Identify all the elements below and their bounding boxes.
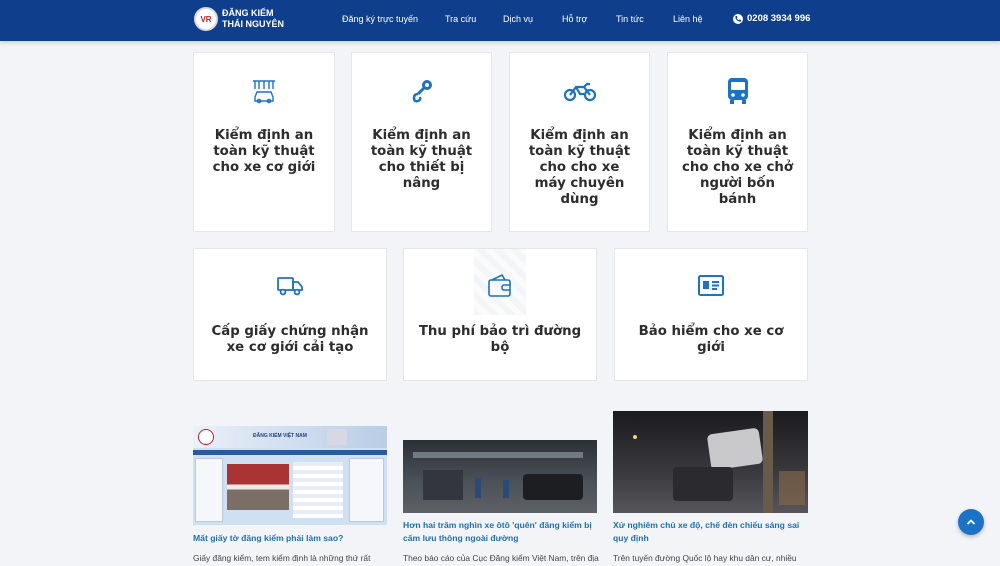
news-image-1-caption: ĐĂNG KIỂM VIỆT NAM — [253, 433, 307, 439]
news-title-1[interactable]: Mất giấy tờ đăng kiểm phải làm sao? — [193, 532, 387, 545]
news-title-3[interactable]: Xử nghiêm chủ xe độ, chế đèn chiếu sáng … — [613, 519, 808, 544]
service-card-special-vehicles[interactable]: Kiểm định an toàn kỹ thuật cho cho xe má… — [509, 52, 650, 232]
service-card-lifting-equipment[interactable]: Kiểm định an toàn kỹ thuật cho thiết bị … — [351, 52, 492, 232]
news-title-2[interactable]: Hơn hai trăm nghìn xe ôtô 'quên' đăng ki… — [403, 519, 599, 544]
news-image-1-right — [349, 458, 384, 522]
nav-lookup[interactable]: Tra cứu — [445, 14, 476, 24]
logo-line-1: ĐĂNG KIỂM — [222, 8, 274, 18]
news-image-3-light — [633, 435, 637, 439]
service-card-vehicle-inspection[interactable]: Kiểm định an toàn kỹ thuật cho xe cơ giớ… — [193, 52, 335, 232]
motorbike-icon — [563, 77, 597, 110]
news-image-1-logo — [198, 429, 214, 445]
news-image-2-person — [475, 478, 481, 498]
back-to-top-button[interactable] — [958, 509, 984, 535]
phone-icon — [733, 13, 743, 24]
nav-services[interactable]: Dịch vụ — [503, 14, 533, 24]
service-card-vehicle-insurance[interactable]: Bảo hiểm cho xe cơ giới — [614, 248, 808, 381]
service-title: Kiểm định an toàn kỹ thuật cho xe cơ giớ… — [212, 128, 316, 175]
news-image-3-wreck — [673, 467, 733, 501]
news-image-2-lights — [413, 452, 583, 458]
service-title: Cấp giấy chứng nhận xe cơ giới cải tạo — [211, 324, 369, 355]
news-image-1[interactable]: ĐĂNG KIỂM VIỆT NAM — [193, 426, 387, 525]
id-card-icon — [697, 273, 725, 304]
nav-support[interactable]: Hỗ trợ — [562, 14, 587, 24]
service-title: Thu phí bảo trì đường bộ — [418, 324, 582, 355]
service-card-road-fee[interactable]: Thu phí bảo trì đường bộ — [403, 248, 597, 381]
news-image-3-pickup — [706, 427, 764, 471]
news-image-1-menu — [193, 450, 387, 455]
service-title: Kiểm định an toàn kỹ thuật cho cho xe ch… — [682, 128, 793, 207]
news-desc-2: Theo báo cáo của Cục Đăng kiểm Việt Nam,… — [403, 553, 599, 563]
nav-contact[interactable]: Liên hệ — [673, 14, 703, 24]
news-image-3-pole — [763, 411, 773, 513]
news-image-1-blur — [327, 429, 347, 445]
news-image-2[interactable] — [403, 440, 597, 513]
logo-emblem: VR — [194, 7, 218, 31]
hotline[interactable]: 0208 3934 996 — [733, 13, 810, 24]
service-title: Kiểm định an toàn kỹ thuật cho cho xe má… — [528, 128, 631, 207]
service-title: Bảo hiểm cho xe cơ giới — [638, 324, 784, 355]
site-header: VR ĐĂNG KIỂM THÁI NGUYÊN Đăng ký trực tu… — [0, 0, 1000, 41]
service-title: Kiểm định an toàn kỹ thuật cho thiết bị … — [370, 128, 473, 191]
news-image-3[interactable] — [613, 411, 808, 513]
news-image-1-photo — [227, 464, 289, 510]
news-image-1-sidebar — [195, 458, 223, 522]
news-image-2-person — [503, 480, 509, 498]
truck-icon — [276, 273, 304, 304]
site-logo[interactable]: VR ĐĂNG KIỂM THÁI NGUYÊN — [194, 7, 284, 31]
news-desc-3: Trên tuyến đường Quốc lộ hay khu dân cư,… — [613, 553, 797, 563]
hotline-number: 0208 3934 996 — [747, 13, 811, 24]
news-image-1-text — [293, 462, 343, 518]
news-image-2-car — [523, 474, 583, 500]
bus-icon — [725, 76, 751, 111]
nav-online-registration[interactable]: Đăng ký trực tuyến — [342, 14, 418, 24]
chevron-up-icon — [966, 519, 976, 525]
wallet-icon — [486, 272, 514, 305]
crane-hook-icon — [408, 77, 436, 110]
logo-text: ĐĂNG KIỂM THÁI NGUYÊN — [222, 8, 284, 30]
service-card-passenger-vehicles[interactable]: Kiểm định an toàn kỹ thuật cho cho xe ch… — [667, 52, 808, 232]
car-inspection-icon — [250, 77, 278, 110]
news-image-2-booth — [423, 470, 463, 500]
nav-news[interactable]: Tin tức — [616, 14, 644, 24]
logo-line-2: THÁI NGUYÊN — [222, 19, 285, 29]
news-image-3-debris — [779, 471, 805, 505]
news-desc-1: Giấy đăng kiểm, tem kiểm định là những t… — [193, 553, 371, 563]
service-card-modified-vehicle-certificate[interactable]: Cấp giấy chứng nhận xe cơ giới cải tạo — [193, 248, 387, 381]
